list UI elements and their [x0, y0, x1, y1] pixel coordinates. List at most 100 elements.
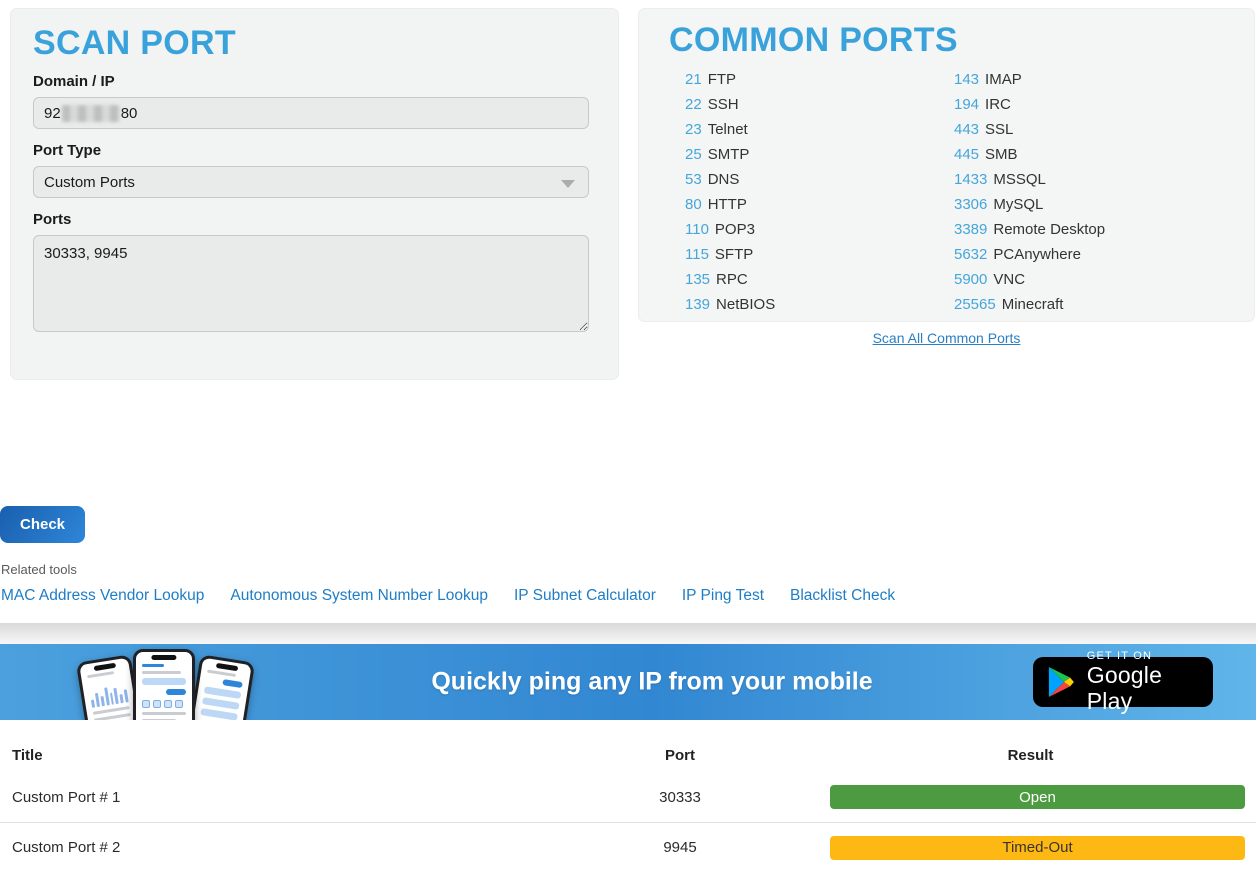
status-badge-open: Open	[830, 785, 1245, 809]
link-ip-ping-test[interactable]: IP Ping Test	[682, 587, 764, 605]
port-item: 194 IRC	[954, 92, 1254, 117]
common-ports-list: 21 FTP 22 SSH 23 Telnet 25SMTP 53DNS 80 HTTP…	[639, 63, 1254, 317]
port-item: 53DNS	[685, 167, 954, 192]
common-ports-title: COMMON PORTS	[669, 23, 1254, 57]
port-name: DNS	[708, 171, 740, 188]
port-name: NetBIOS	[716, 296, 775, 313]
link-mac-address-vendor-lookup[interactable]: MAC Address Vendor Lookup	[1, 587, 204, 605]
port-name: SMB	[985, 146, 1018, 163]
row-title: Custom Port # 2	[0, 839, 555, 856]
header-title: Title	[0, 747, 555, 764]
port-number: 25565	[954, 296, 996, 313]
port-number: 5632	[954, 246, 987, 263]
port-number: 23	[685, 121, 702, 138]
phone-mockup-center	[133, 649, 195, 720]
mobile-app-banner: Quickly ping any IP from your mobile GET…	[0, 644, 1256, 720]
section-divider	[0, 623, 1256, 644]
port-number: 139	[685, 296, 710, 313]
domain-ip-label: Domain / IP	[33, 73, 618, 90]
port-number: 3306	[954, 196, 987, 213]
port-number: 110	[685, 221, 709, 238]
port-number: 443	[954, 121, 979, 138]
link-blacklist-check[interactable]: Blacklist Check	[790, 587, 895, 605]
port-item: 80 HTTP	[685, 192, 954, 217]
phone-mockups-image	[83, 648, 248, 720]
port-item: 25SMTP	[685, 142, 954, 167]
table-row: Custom Port # 1 30333 Open	[0, 772, 1256, 822]
port-scanner-page: SCAN PORT Domain / IP 9280 Port Type Cus…	[0, 0, 1256, 875]
port-number: 22	[685, 96, 702, 113]
port-item: 5632PCAnywhere	[954, 242, 1254, 267]
port-number: 445	[954, 146, 979, 163]
status-badge-timed-out: Timed-Out	[830, 836, 1245, 860]
port-number: 115	[685, 246, 709, 263]
phone-mockup-right	[186, 654, 255, 720]
port-type-select[interactable]: Custom Ports	[33, 166, 589, 198]
link-ip-subnet-calculator[interactable]: IP Subnet Calculator	[514, 587, 656, 605]
port-name: IMAP	[985, 71, 1022, 88]
port-type-selected-value: Custom Ports	[44, 174, 135, 191]
port-name: Telnet	[708, 121, 748, 138]
port-item: 115 SFTP	[685, 242, 954, 267]
port-name: SFTP	[715, 246, 753, 263]
ports-label: Ports	[33, 211, 618, 228]
port-name: MSSQL	[993, 171, 1046, 188]
row-port: 9945	[555, 839, 805, 856]
domain-ip-input[interactable]: 92 80	[33, 97, 589, 129]
port-item: 139 NetBIOS	[685, 292, 954, 317]
domain-ip-redacted-blur	[62, 105, 120, 122]
port-number: 135	[685, 271, 710, 288]
port-item: 5900 VNC	[954, 267, 1254, 292]
header-port: Port	[555, 747, 805, 764]
google-play-store-name: Google Play	[1087, 662, 1213, 715]
scan-port-card: SCAN PORT Domain / IP 9280 Port Type Cus…	[10, 8, 619, 380]
port-number: 5900	[954, 271, 987, 288]
scan-results-table: Title Port Result Custom Port # 1 30333 …	[0, 738, 1256, 872]
header-result: Result	[805, 747, 1256, 764]
check-button[interactable]: Check	[0, 506, 85, 543]
row-port: 30333	[555, 789, 805, 806]
row-title: Custom Port # 1	[0, 789, 555, 806]
related-tools-links: MAC Address Vendor Lookup Autonomous Sys…	[1, 587, 895, 605]
banner-headline: Quickly ping any IP from your mobile	[431, 668, 872, 697]
port-item: 25565Minecraft	[954, 292, 1254, 317]
port-number: 143	[954, 71, 979, 88]
port-name: SSH	[708, 96, 739, 113]
domain-ip-value-suffix: 80	[121, 105, 138, 122]
port-item: 3389 Remote Desktop	[954, 217, 1254, 242]
port-number: 21	[685, 71, 702, 88]
ports-textarea[interactable]: 30333, 9945	[33, 235, 589, 332]
google-play-badge-text: GET IT ON Google Play	[1087, 650, 1213, 715]
port-number: 80	[685, 196, 702, 213]
port-number: 1433	[954, 171, 987, 188]
port-name: Remote Desktop	[993, 221, 1105, 238]
port-number: 3389	[954, 221, 987, 238]
port-name: RPC	[716, 271, 748, 288]
related-tools-heading: Related tools	[1, 562, 77, 577]
port-name: HTTP	[708, 196, 747, 213]
port-item: 23 Telnet	[685, 117, 954, 142]
port-name: SMTP	[708, 146, 750, 163]
port-item: 3306MySQL	[954, 192, 1254, 217]
port-item: 143 IMAP	[954, 67, 1254, 92]
port-item: 22 SSH	[685, 92, 954, 117]
common-ports-card: COMMON PORTS 21 FTP 22 SSH 23 Telnet 25SMTP…	[638, 8, 1255, 322]
port-item: 443 SSL	[954, 117, 1254, 142]
port-name: SSL	[985, 121, 1013, 138]
port-item: 135 RPC	[685, 267, 954, 292]
port-name: FTP	[708, 71, 736, 88]
domain-ip-value-prefix: 92	[44, 105, 61, 122]
google-play-badge[interactable]: GET IT ON Google Play	[1033, 657, 1213, 707]
results-header-row: Title Port Result	[0, 738, 1256, 772]
port-name: POP3	[715, 221, 755, 238]
scan-all-common-ports-link[interactable]: Scan All Common Ports	[873, 330, 1021, 346]
port-item: 1433 MSSQL	[954, 167, 1254, 192]
port-name: IRC	[985, 96, 1011, 113]
port-number: 194	[954, 96, 979, 113]
port-name: VNC	[993, 271, 1025, 288]
port-item: 21 FTP	[685, 67, 954, 92]
google-play-icon	[1048, 667, 1075, 697]
table-row: Custom Port # 2 9945 Timed-Out	[0, 822, 1256, 872]
port-type-label: Port Type	[33, 142, 618, 159]
link-asn-lookup[interactable]: Autonomous System Number Lookup	[230, 587, 488, 605]
